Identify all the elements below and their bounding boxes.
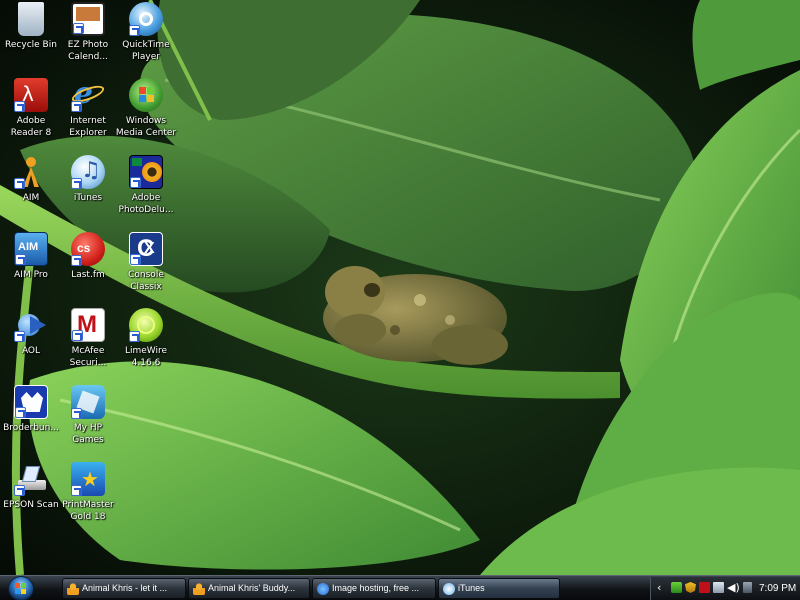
taskbar-button-aim-chat[interactable]: Animal Khris - let it ...	[62, 578, 186, 599]
recycle-bin-icon	[18, 2, 44, 36]
desktop-icon-ez-photo[interactable]: EZ Photo Calend...	[57, 2, 119, 63]
shield-icon[interactable]	[685, 582, 696, 593]
desktop-icon-aim-pro[interactable]: AIM AIM Pro	[0, 232, 62, 281]
desktop-icon-limewire[interactable]: LimeWire 4.16.6	[115, 308, 177, 369]
desktop-icon-adobe-photodeluxe[interactable]: Adobe PhotoDelu...	[115, 155, 177, 216]
adobe-photodeluxe-icon	[129, 155, 163, 189]
taskbar: Animal Khris - let it ... Animal Khris' …	[0, 575, 800, 600]
taskbar-button-aim-buddy-list[interactable]: Animal Khris' Buddy...	[188, 578, 310, 599]
desktop-icon-quicktime[interactable]: QuickTime Player	[115, 2, 177, 63]
start-button[interactable]	[4, 576, 38, 600]
quicktime-icon	[129, 2, 163, 36]
clock[interactable]: 7:09 PM	[759, 577, 796, 600]
desktop-icon-my-hp-games[interactable]: My HP Games	[57, 385, 119, 446]
desktop-icon-aol[interactable]: AOL	[0, 308, 62, 357]
internet-explorer-icon: e	[69, 78, 107, 112]
desktop-icon-internet-explorer[interactable]: e Internet Explorer	[57, 78, 119, 139]
windows-flag-icon	[15, 583, 27, 594]
aol-icon	[14, 308, 48, 342]
desktop-icon-adobe-reader[interactable]: λ Adobe Reader 8	[0, 78, 62, 139]
desktop-icon-console-classix[interactable]: C X Console Classix	[115, 232, 177, 293]
aim-icon	[67, 583, 79, 595]
limewire-icon	[129, 308, 163, 342]
desktop-icon-mcafee[interactable]: M McAfee Securi...	[57, 308, 119, 369]
volume-icon[interactable]: ◀)	[727, 582, 740, 593]
epson-scan-icon	[14, 462, 48, 496]
network-icon[interactable]	[671, 582, 682, 593]
taskbar-button-itunes[interactable]: iTunes	[438, 578, 560, 599]
mcafee-icon[interactable]	[699, 582, 710, 593]
internet-explorer-icon	[317, 583, 329, 595]
adobe-reader-icon: λ	[14, 78, 48, 112]
aim-icon	[14, 155, 48, 189]
printmaster-icon: ★	[71, 462, 105, 496]
broderbund-icon	[14, 385, 48, 419]
power-icon[interactable]	[743, 582, 752, 593]
aim-icon	[193, 583, 205, 595]
desktop-icon-itunes[interactable]: ♫ iTunes	[57, 155, 119, 204]
itunes-icon	[443, 583, 455, 595]
ez-photo-calendar-icon	[71, 2, 105, 36]
console-classix-icon: C X	[129, 232, 163, 266]
desktop-icon-windows-media-center[interactable]: Windows Media Center	[115, 78, 177, 139]
desktop-icon-broderbund[interactable]: Broderbun...	[0, 385, 62, 434]
desktop-icon-recycle-bin[interactable]: Recycle Bin	[0, 2, 62, 51]
itunes-icon: ♫	[71, 155, 105, 189]
mcafee-icon: M	[71, 308, 105, 342]
aim-pro-icon: AIM	[14, 232, 48, 266]
windows-media-center-icon	[129, 78, 163, 112]
taskbar-button-image-hosting[interactable]: Image hosting, free ...	[312, 578, 436, 599]
printer-icon[interactable]	[713, 582, 724, 593]
desktop-icon-lastfm[interactable]: cs Last.fm	[57, 232, 119, 281]
lastfm-icon: cs	[71, 232, 105, 266]
chevron-left-icon[interactable]: ‹	[657, 582, 668, 593]
desktop-icon-aim[interactable]: AIM	[0, 155, 62, 204]
desktop-icon-printmaster[interactable]: ★ PrintMaster Gold 18	[57, 462, 119, 523]
hp-games-icon	[71, 385, 105, 419]
desktop-icon-epson-scan[interactable]: EPSON Scan	[0, 462, 62, 511]
notification-area: ‹ ◀) 7:09 PM	[650, 577, 800, 600]
